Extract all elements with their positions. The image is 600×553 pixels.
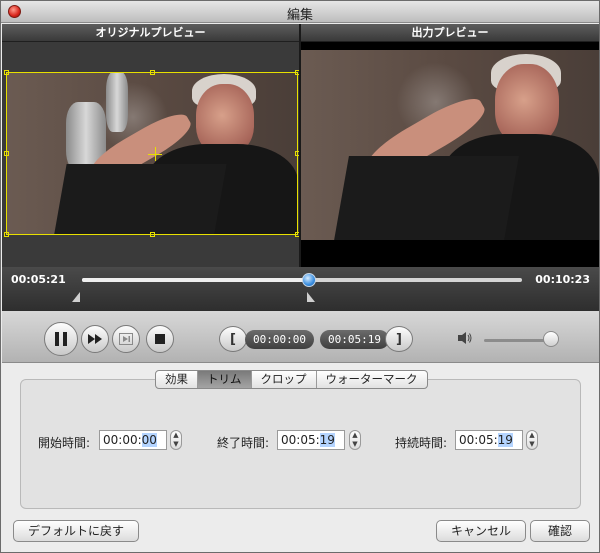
edit-tabs: 効果 トリム クロップ ウォーターマーク	[155, 370, 428, 389]
original-preview-pane	[2, 42, 299, 267]
end-time-display: 00:05:19	[320, 330, 389, 349]
original-preview-header: オリジナルプレビュー	[2, 24, 299, 42]
playhead-handle[interactable]	[302, 273, 317, 287]
duration-selected: 19	[497, 433, 513, 447]
confirm-button[interactable]: 確認	[530, 520, 590, 542]
trim-end-marker[interactable]	[307, 292, 316, 302]
end-time-selected: 19	[319, 433, 335, 447]
tab-trim[interactable]: トリム	[198, 371, 252, 388]
start-time-value: 00:00:	[103, 433, 142, 447]
cancel-button[interactable]: キャンセル	[436, 520, 526, 542]
pause-icon	[55, 332, 67, 346]
crop-handle-top-left[interactable]	[4, 70, 9, 75]
pause-button[interactable]	[44, 322, 78, 356]
timeline-progress	[82, 278, 310, 282]
frame-step-button[interactable]	[112, 325, 140, 353]
start-time-selected: 00	[141, 433, 157, 447]
trim-panel: 開始時間: 00:00:00 ▲ ▼ 終了時間: 00:05:19 ▲ ▼ 持続時間…	[20, 379, 581, 509]
window-title: 編集	[286, 8, 313, 23]
fast-forward-icon	[88, 334, 102, 344]
frame-step-icon	[119, 333, 133, 345]
output-preview-pane	[301, 42, 599, 267]
preview-area: オリジナルプレビュー 出力プレビュー	[2, 24, 599, 267]
fast-forward-button[interactable]	[81, 325, 109, 353]
tab-crop[interactable]: クロップ	[252, 371, 317, 388]
crop-handle-right[interactable]	[295, 151, 299, 156]
start-time-label: 開始時間:	[38, 436, 91, 450]
crop-handle-bottom[interactable]	[150, 232, 155, 237]
title-bar: 編集	[1, 1, 599, 23]
crop-handle-bottom-left[interactable]	[4, 232, 9, 237]
current-time: 00:05:21	[11, 273, 66, 286]
duration-value: 00:05:	[459, 433, 498, 447]
crop-center-crosshair-vertical	[155, 147, 156, 161]
timeline-track[interactable]	[82, 273, 522, 287]
output-preview-header: 出力プレビュー	[301, 24, 599, 42]
stop-icon	[155, 334, 165, 344]
output-video-frame	[301, 50, 599, 240]
end-time-value: 00:05:	[281, 433, 320, 447]
start-time-stepper[interactable]: ▲ ▼	[170, 430, 182, 450]
trim-start-marker[interactable]	[72, 292, 80, 302]
end-time-stepper[interactable]: ▲ ▼	[349, 430, 361, 450]
reset-defaults-button[interactable]: デフォルトに戻す	[13, 520, 139, 542]
duration-label: 持続時間:	[395, 436, 448, 450]
crop-selection-box[interactable]	[4, 70, 299, 237]
tab-effects[interactable]: 効果	[156, 371, 198, 388]
start-time-field[interactable]: 00:00:00	[99, 430, 167, 450]
start-time-display: 00:00:00	[245, 330, 314, 349]
duration-field[interactable]: 00:05:19	[455, 430, 523, 450]
set-start-button[interactable]: [	[219, 326, 247, 352]
tab-watermark[interactable]: ウォーターマーク	[317, 371, 427, 388]
volume-slider-thumb[interactable]	[543, 331, 559, 347]
total-time: 00:10:23	[535, 273, 590, 286]
crop-handle-bottom-right[interactable]	[295, 232, 299, 237]
playback-controls: [ 00:00:00 00:05:19 ]	[2, 311, 599, 363]
crop-handle-left[interactable]	[4, 151, 9, 156]
end-time-field[interactable]: 00:05:19	[277, 430, 345, 450]
stop-button[interactable]	[146, 325, 174, 353]
crop-handle-top[interactable]	[150, 70, 155, 75]
speaker-icon	[457, 331, 473, 349]
set-end-button[interactable]: ]	[385, 326, 413, 352]
duration-stepper[interactable]: ▲ ▼	[526, 430, 538, 450]
edit-window: 編集 オリジナルプレビュー 出力プレビュー 00:05:21 00:10:23 …	[0, 0, 600, 553]
end-time-label: 終了時間:	[217, 436, 270, 450]
timeline-bar: 00:05:21 00:10:23	[2, 267, 599, 311]
crop-handle-top-right[interactable]	[295, 70, 299, 75]
